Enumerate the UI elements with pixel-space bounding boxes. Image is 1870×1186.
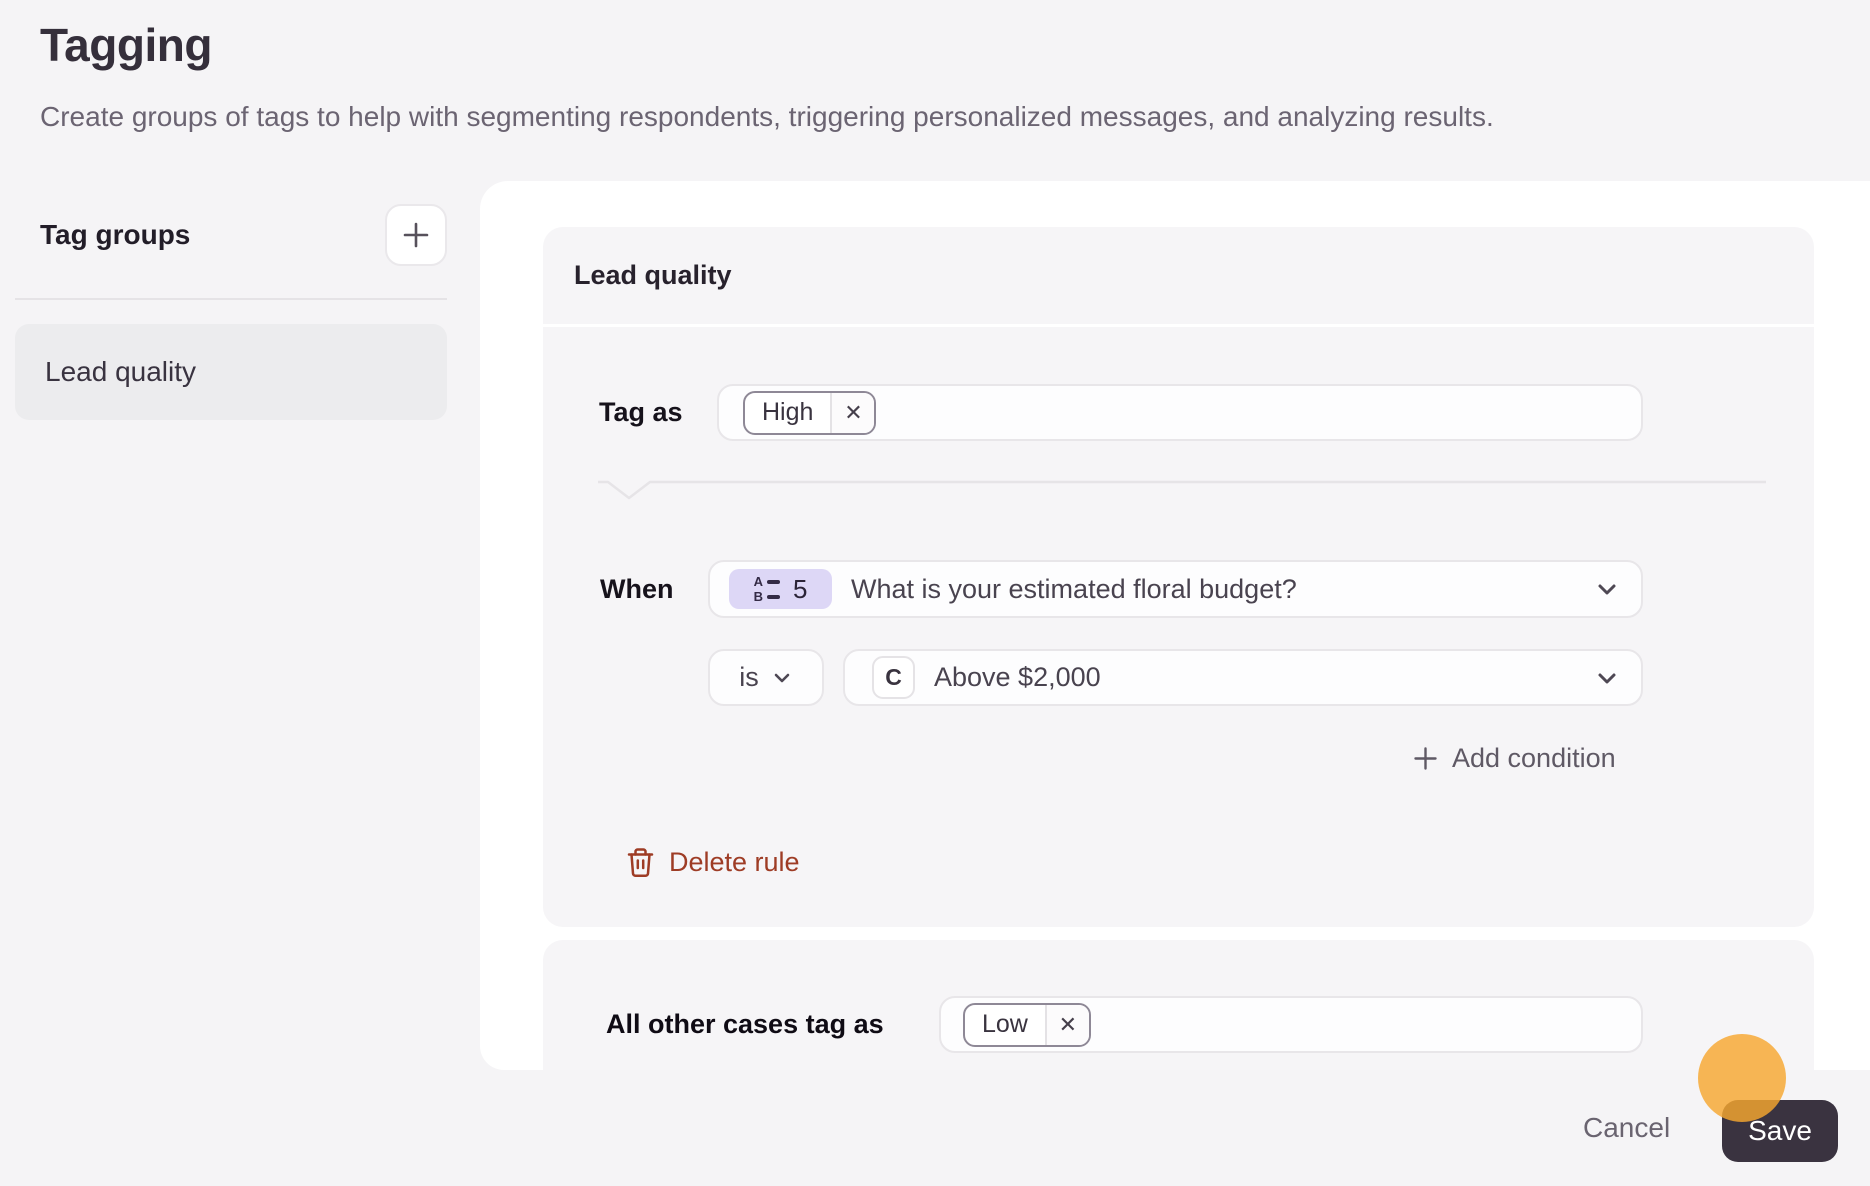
fallback-card: All other cases tag as Low ✕: [543, 940, 1814, 1070]
option-letter-badge: C: [872, 656, 915, 699]
answer-select[interactable]: C Above $2,000: [843, 649, 1643, 706]
tag-as-input[interactable]: High ✕: [717, 384, 1643, 441]
when-row: When A B 5 What is your estimated floral…: [600, 560, 1643, 618]
chevron-down-icon: [774, 673, 790, 682]
fallback-row: All other cases tag as Low ✕: [606, 996, 1643, 1053]
x-icon: ✕: [1058, 1011, 1078, 1037]
sidebar-item-lead-quality[interactable]: Lead quality: [15, 324, 447, 420]
multiple-choice-icon: A B: [754, 575, 780, 603]
x-icon: ✕: [844, 399, 863, 425]
chevron-down-icon: [1598, 673, 1616, 683]
rule-card-header: Lead quality: [543, 227, 1814, 327]
save-button[interactable]: Save: [1722, 1100, 1838, 1162]
add-tag-group-button[interactable]: [385, 204, 447, 266]
rule-connector-divider: [598, 480, 1766, 500]
tag-chip-low: Low ✕: [963, 1002, 1091, 1047]
operator-value: is: [739, 662, 759, 692]
question-select[interactable]: A B 5 What is your estimated floral budg…: [708, 560, 1643, 618]
add-condition-label: Add condition: [1452, 742, 1616, 773]
sidebar-divider: [15, 298, 447, 300]
tag-groups-heading: Tag groups: [40, 219, 191, 250]
plus-icon: [1414, 746, 1437, 770]
answer-text: Above $2,000: [934, 662, 1101, 692]
page-title: Tagging: [40, 19, 212, 71]
tag-group-panel: Lead quality Tag as High ✕ When A B 5 Wh…: [480, 181, 1870, 1070]
question-number: 5: [792, 573, 808, 604]
tag-chip-high: High ✕: [743, 390, 877, 435]
add-condition-button[interactable]: Add condition: [1412, 740, 1616, 776]
tag-chip-label: Low: [982, 1010, 1028, 1038]
group-title: Lead quality: [574, 260, 732, 290]
plus-icon: [403, 222, 429, 248]
remove-tag-button[interactable]: ✕: [1044, 1004, 1089, 1045]
tag-as-row: Tag as High ✕: [599, 384, 1643, 441]
fallback-tag-input[interactable]: Low ✕: [939, 996, 1643, 1053]
question-text: What is your estimated floral budget?: [851, 573, 1297, 604]
delete-rule-button[interactable]: Delete rule: [627, 844, 800, 880]
sidebar-item-label: Lead quality: [45, 356, 197, 387]
trash-icon: [627, 847, 654, 877]
operator-select[interactable]: is: [708, 649, 824, 706]
delete-rule-label: Delete rule: [669, 846, 800, 877]
tag-groups-sidebar: Tag groups Lead quality: [15, 204, 447, 420]
tag-chip-label: High: [762, 398, 814, 426]
condition-row: is C Above $2,000: [708, 649, 1643, 706]
rule-card: Lead quality Tag as High ✕ When A B 5 Wh…: [543, 227, 1814, 927]
cancel-button[interactable]: Cancel: [1583, 1112, 1670, 1144]
tag-as-label: Tag as: [599, 397, 683, 427]
page-description: Create groups of tags to help with segme…: [40, 101, 1494, 132]
sidebar-header: Tag groups: [15, 204, 447, 266]
chevron-down-icon: [1598, 584, 1616, 595]
question-number-badge: A B 5: [729, 569, 832, 609]
fallback-label: All other cases tag as: [606, 1009, 884, 1039]
when-label: When: [600, 573, 674, 604]
remove-tag-button[interactable]: ✕: [830, 392, 875, 433]
